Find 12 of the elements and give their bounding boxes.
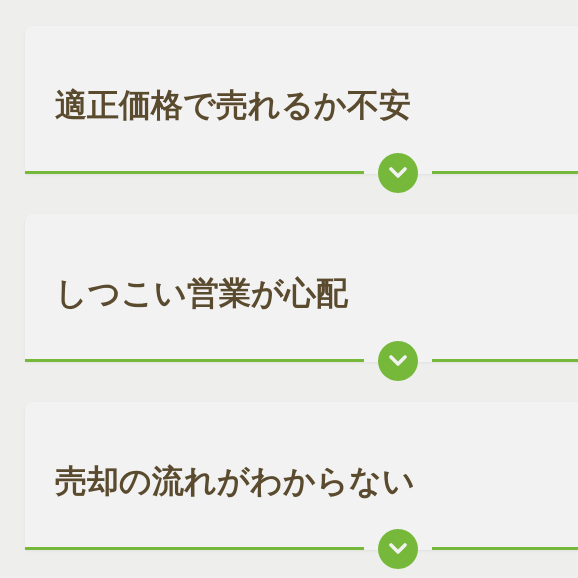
faq-card[interactable]: しつこい営業が心配: [25, 214, 578, 362]
faq-question: 適正価格で売れるか不安: [55, 84, 411, 124]
faq-card[interactable]: 売却の流れがわからない: [25, 402, 578, 550]
faq-card[interactable]: 適正価格で売れるか不安: [25, 26, 578, 174]
faq-question: しつこい営業が心配: [55, 272, 348, 312]
expand-button[interactable]: [378, 341, 418, 381]
expand-button[interactable]: [378, 529, 418, 569]
chevron-icon: [389, 167, 407, 179]
chevron-icon: [389, 543, 407, 555]
faq-question: 売却の流れがわからない: [55, 460, 415, 500]
expand-button[interactable]: [378, 153, 418, 193]
chevron-icon: [389, 355, 407, 367]
